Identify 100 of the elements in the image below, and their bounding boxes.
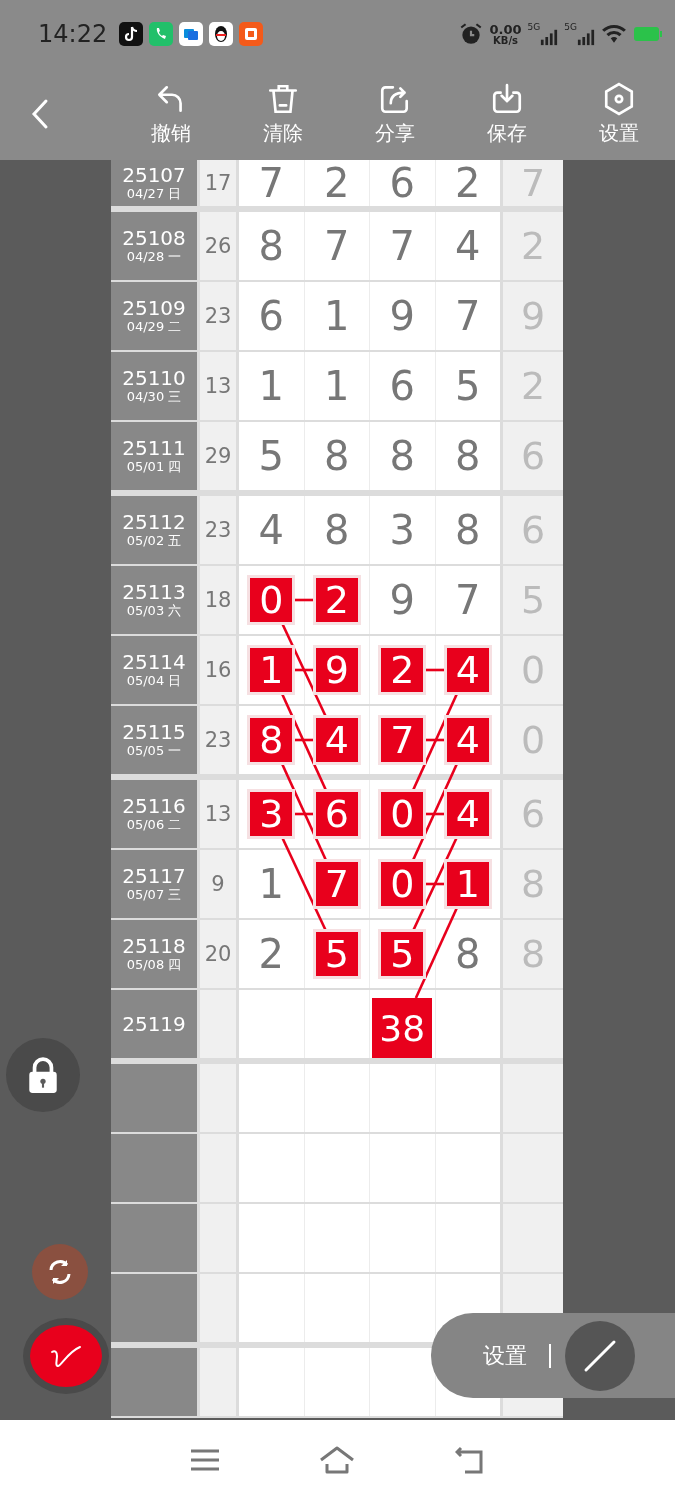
grid-cell [239, 1064, 304, 1132]
marked-digit[interactable]: 1 [250, 648, 293, 692]
digit: 6 [389, 160, 415, 206]
period-date: 04/27 日 [126, 186, 182, 202]
sum-value: 13 [204, 374, 232, 398]
period-date: 04/28 一 [126, 249, 182, 265]
digit: 1 [258, 363, 284, 409]
grid-cell [304, 1064, 369, 1132]
digit: 5 [258, 433, 284, 479]
marked-digit[interactable]: 2 [381, 648, 424, 692]
undo-button[interactable]: 撤销 [115, 81, 227, 147]
marked-digit[interactable]: 4 [446, 792, 489, 836]
period-number: 25113 [122, 581, 186, 604]
period-date: 04/30 三 [126, 389, 182, 405]
digit: 4 [455, 223, 481, 269]
period-number: 25110 [122, 367, 186, 390]
sum-value: 26 [204, 234, 232, 258]
penguin-app-icon [209, 22, 234, 46]
digit: 7 [389, 223, 415, 269]
marked-digit[interactable]: 5 [315, 932, 358, 976]
chat-app-icon [179, 22, 204, 46]
digit: 3 [389, 507, 415, 553]
digit: 8 [324, 433, 350, 479]
grid-cell [239, 1348, 304, 1416]
grid-cell [304, 1348, 369, 1416]
battery-icon [633, 26, 663, 42]
period-date: 05/05 一 [126, 743, 182, 759]
settings-icon [602, 81, 636, 116]
grid-cell [370, 1204, 435, 1272]
period-number: 25108 [122, 227, 186, 250]
period-date: 05/04 日 [126, 673, 182, 689]
marked-digit[interactable]: 0 [250, 578, 293, 622]
digit: 6 [389, 363, 415, 409]
sum-value: 13 [204, 802, 232, 826]
grid-cell [239, 1274, 304, 1342]
marked-digit[interactable]: 8 [250, 718, 293, 762]
marked-digit[interactable]: 4 [315, 718, 358, 762]
digit: 2 [455, 160, 481, 206]
period-date: 04/29 二 [126, 319, 182, 335]
marked-digit[interactable]: 2 [315, 578, 358, 622]
period-number: 25116 [122, 795, 186, 818]
marked-digit[interactable]: 4 [446, 648, 489, 692]
last-cell [503, 990, 563, 1058]
marked-digit[interactable]: 38 [372, 998, 433, 1058]
download-icon [490, 81, 524, 116]
back-nav-icon[interactable] [455, 1446, 486, 1474]
digit: 1 [324, 293, 350, 339]
last-cell [503, 1064, 563, 1132]
shop-app-icon [239, 22, 264, 46]
home-icon[interactable] [319, 1446, 356, 1474]
share-button[interactable]: 分享 [339, 81, 451, 147]
grid-cell [435, 1204, 500, 1272]
digit: 7 [258, 160, 284, 206]
period-number: 25112 [122, 511, 186, 534]
last-cell [503, 1204, 563, 1272]
marked-digit[interactable]: 0 [381, 862, 424, 906]
grid-cell [304, 1134, 369, 1202]
digit: 1 [258, 861, 284, 907]
settings-link[interactable]: 设置 [483, 1340, 527, 1371]
marked-digit[interactable]: 4 [446, 718, 489, 762]
settings-button[interactable]: 设置 [563, 81, 675, 147]
marked-digit[interactable]: 9 [315, 648, 358, 692]
save-button[interactable]: 保存 [451, 81, 563, 147]
period-number: 25107 [122, 164, 186, 187]
signal-icon [540, 28, 559, 46]
marked-digit[interactable]: 1 [446, 862, 489, 906]
digit: 5 [455, 363, 481, 409]
period-number: 25115 [122, 721, 186, 744]
sync-button[interactable] [32, 1244, 88, 1300]
period-number: 25119 [122, 1013, 186, 1035]
digit: 1 [324, 363, 350, 409]
period-number: 25109 [122, 297, 186, 320]
marked-digit[interactable]: 7 [315, 862, 358, 906]
digit: 4 [258, 507, 284, 553]
grid-cell [435, 1064, 500, 1132]
marked-digit[interactable]: 0 [381, 792, 424, 836]
menu-icon[interactable] [189, 1448, 220, 1472]
phone-app-icon [149, 22, 174, 46]
lock-icon [26, 1056, 60, 1094]
digit: 9 [389, 577, 415, 623]
period-number: 25111 [122, 437, 186, 460]
marked-digit[interactable]: 6 [315, 792, 358, 836]
digit: 6 [258, 293, 284, 339]
digit: 2 [258, 931, 284, 977]
period-date: 05/06 二 [126, 817, 182, 833]
period-number: 25117 [122, 865, 186, 888]
digit: 2 [324, 160, 350, 206]
clear-button[interactable]: 清除 [227, 81, 339, 147]
digit: 8 [258, 223, 284, 269]
status-time: 14:22 [38, 20, 108, 48]
marked-digit[interactable]: 3 [250, 792, 293, 836]
digit: 7 [455, 577, 481, 623]
sum-value: 20 [204, 942, 232, 966]
digit: 8 [455, 507, 481, 553]
marked-digit[interactable]: 7 [381, 718, 424, 762]
app-notification-icon [119, 22, 144, 46]
marked-digit[interactable]: 5 [381, 932, 424, 976]
period-date: 05/08 四 [126, 957, 182, 973]
network-type-label: 5G [564, 22, 577, 32]
grid-cell [239, 1134, 304, 1202]
